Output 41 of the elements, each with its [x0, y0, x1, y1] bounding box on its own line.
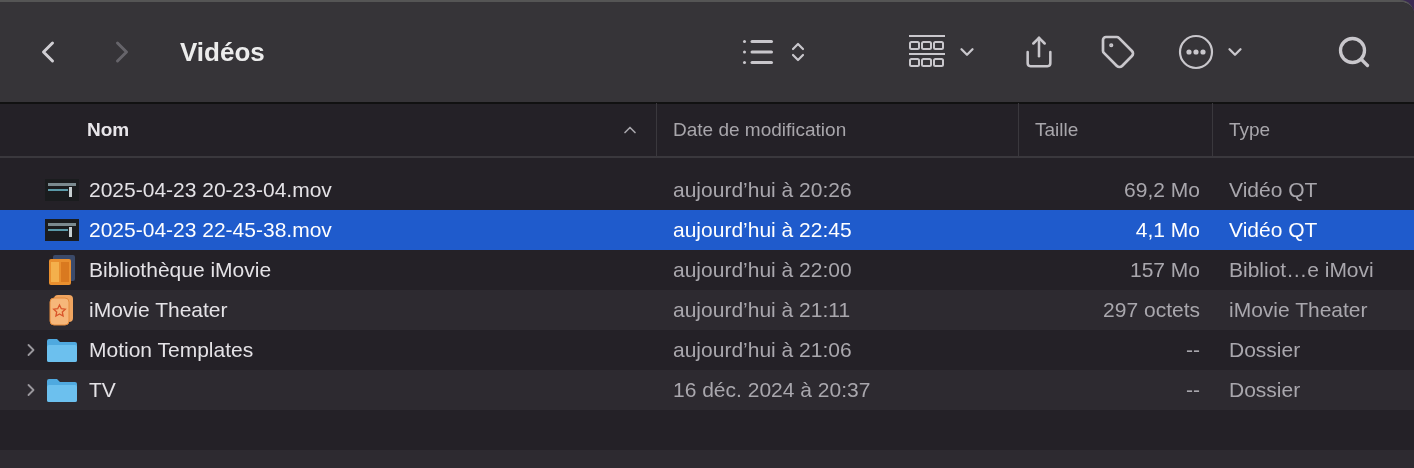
- grid-view-icon: [907, 34, 946, 70]
- film-library-icon: [47, 254, 77, 286]
- column-header[interactable]: Taille: [1035, 119, 1079, 141]
- modified-date: aujourd’hui à 22:00: [672, 258, 853, 282]
- file-type: iMovie Theater: [1228, 298, 1369, 322]
- file-name: 2025-04-23 20-23-04.mov: [89, 178, 333, 202]
- modified-date: aujourd’hui à 21:06: [672, 338, 853, 362]
- folder-icon: [46, 377, 78, 403]
- modified-date: aujourd’hui à 22:45: [672, 218, 853, 242]
- file-row[interactable]: TV 16 déc. 2024 à 20:37 -- Dossier: [0, 370, 1414, 410]
- file-name: iMovie Theater: [89, 298, 229, 322]
- modified-date: aujourd’hui à 20:26: [672, 178, 853, 202]
- file-type: Dossier: [1228, 338, 1302, 362]
- file-name: Motion Templates: [89, 338, 255, 362]
- file-name: Bibliothèque iMovie: [89, 258, 273, 282]
- file-size: --: [1185, 338, 1201, 362]
- file-type: Vidéo QT: [1228, 178, 1319, 202]
- modified-date: aujourd’hui à 21:11: [672, 298, 852, 322]
- file-size: 297 octets: [1102, 298, 1201, 322]
- file-type: Bibliot…e iMovi: [1228, 258, 1375, 282]
- file-size: 4,1 Mo: [1134, 218, 1201, 242]
- file-size: 157 Mo: [1128, 258, 1201, 282]
- file-row[interactable]: iMovie Theater aujourd’hui à 21:11 297 octets iMovie Theater: [0, 290, 1414, 330]
- folder-icon: [46, 337, 78, 363]
- tag-button[interactable]: [1099, 34, 1136, 70]
- file-type: Vidéo QT: [1228, 218, 1319, 242]
- video-thumbnail-icon: [45, 217, 79, 243]
- ellipsis-circle-icon: [1177, 34, 1214, 70]
- column-header[interactable]: Nom: [87, 119, 130, 141]
- file-type: Dossier: [1228, 378, 1302, 402]
- modified-date: 16 déc. 2024 à 20:37: [672, 378, 872, 402]
- file-row[interactable]: 2025-04-23 22-45-38.mov aujourd’hui à 22:45 4,1 Mo Vidéo QT: [0, 210, 1414, 250]
- file-name: 2025-04-23 22-45-38.mov: [89, 218, 333, 242]
- file-size: 69,2 Mo: [1123, 178, 1201, 202]
- file-size: --: [1185, 378, 1201, 402]
- file-name: TV: [89, 378, 117, 402]
- column-header[interactable]: Type: [1229, 119, 1271, 141]
- video-thumbnail-icon: [45, 177, 79, 203]
- ticket-star-icon: [49, 294, 75, 326]
- column-header[interactable]: Date de modification: [673, 119, 847, 141]
- window-title: Vidéos: [180, 36, 265, 68]
